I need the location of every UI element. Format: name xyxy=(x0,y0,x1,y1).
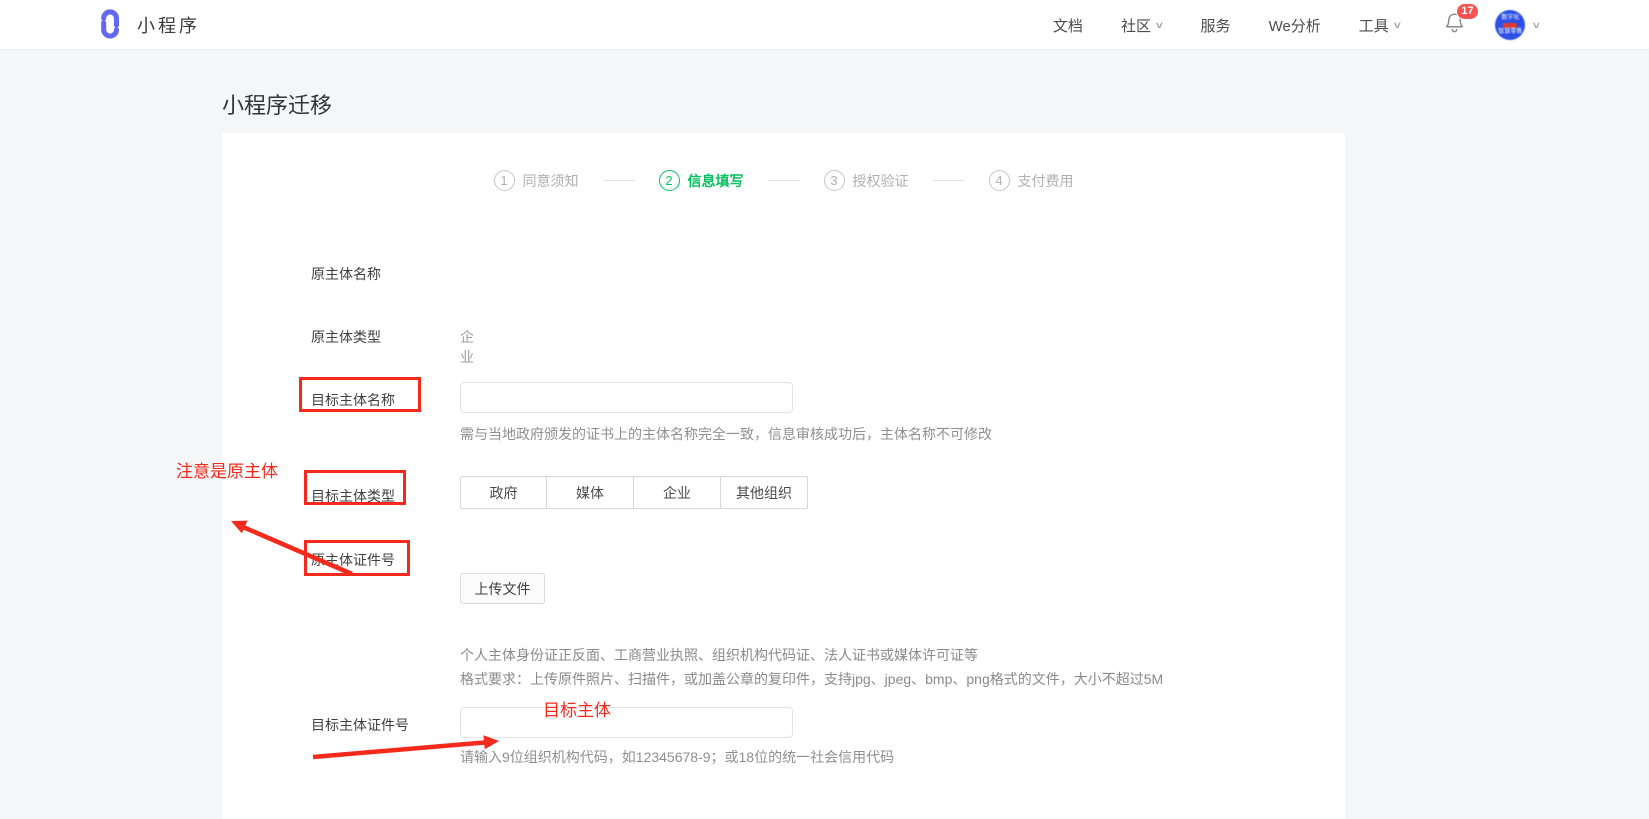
annotation-note-original-subject: 注意是原主体 xyxy=(176,457,278,482)
target-cert-hint: 请输入9位组织机构代码，如12345678-9；或18位的统一社会信用代码 xyxy=(460,747,894,767)
nav-tools[interactable]: 工具∨ xyxy=(1359,15,1401,36)
option-enterprise[interactable]: 企业 xyxy=(634,476,721,509)
chevron-down-icon: ∨ xyxy=(1392,20,1402,31)
step-pay-fee: 4 支付费用 xyxy=(989,170,1074,191)
annotation-note-target-subject: 目标主体 xyxy=(543,696,611,721)
field-label: 原主体类型 xyxy=(311,327,381,347)
target-name-input[interactable] xyxy=(460,382,793,413)
step-fill-info: 2 信息填写 xyxy=(659,170,744,191)
avatar-art: 数字化 xyxy=(1501,15,1519,22)
step-divider xyxy=(603,180,635,181)
step-auth-verify: 3 授权验证 xyxy=(824,170,909,191)
chevron-down-icon: ∨ xyxy=(1154,20,1164,31)
step-number: 4 xyxy=(989,170,1010,191)
field-label: 目标主体名称 xyxy=(311,390,395,410)
step-label: 信息填写 xyxy=(688,171,744,191)
step-number: 3 xyxy=(824,170,845,191)
avatar-art xyxy=(1503,23,1517,28)
avatar-art: 智慧零售 xyxy=(1498,29,1522,36)
page-title: 小程序迁移 xyxy=(222,88,332,120)
field-label: 目标主体证件号 xyxy=(311,715,409,735)
account-chevron-down-icon[interactable]: ∨ xyxy=(1532,20,1542,31)
step-divider xyxy=(768,180,800,181)
migration-form-card: 1 同意须知 2 信息填写 3 授权验证 4 支付费用 原主体名称 原主体类型 … xyxy=(222,133,1345,819)
stepper: 1 同意须知 2 信息填写 3 授权验证 4 支付费用 xyxy=(222,170,1345,191)
step-divider xyxy=(933,180,965,181)
field-label: 原主体证件号 xyxy=(311,550,395,570)
bell-icon xyxy=(1444,21,1465,38)
top-header: 小程序 文档 社区∨ 服务 We分析 工具∨ 17 数字化 智慧零售 ∨ xyxy=(0,0,1649,50)
field-label: 目标主体类型 xyxy=(311,486,395,506)
option-government[interactable]: 政府 xyxy=(460,476,547,509)
target-name-hint: 需与当地政府颁发的证书上的主体名称完全一致，信息审核成功后，主体名称不可修改 xyxy=(460,424,992,444)
nav-we-analysis[interactable]: We分析 xyxy=(1269,15,1321,36)
top-navigation: 文档 社区∨ 服务 We分析 工具∨ 17 数字化 智慧零售 ∨ xyxy=(1015,0,1540,50)
account-avatar[interactable]: 数字化 智慧零售 xyxy=(1495,10,1525,40)
original-type-value: 企业 xyxy=(460,327,474,367)
miniprogram-logo-icon xyxy=(93,6,126,45)
target-type-options: 政府 媒体 企业 其他组织 xyxy=(460,476,808,509)
step-label: 支付费用 xyxy=(1018,171,1074,191)
step-number: 2 xyxy=(659,170,680,191)
nav-docs[interactable]: 文档 xyxy=(1053,15,1083,36)
step-label: 同意须知 xyxy=(523,171,579,191)
notification-badge: 17 xyxy=(1456,3,1478,20)
brand-logo[interactable]: 小程序 xyxy=(93,0,200,50)
nav-community[interactable]: 社区∨ xyxy=(1121,15,1163,36)
option-other-org[interactable]: 其他组织 xyxy=(721,476,808,509)
option-media[interactable]: 媒体 xyxy=(547,476,634,509)
cert-desc-line1: 个人主体身份证正反面、工商营业执照、组织机构代码证、法人证书或媒体许可证等 xyxy=(460,643,1163,667)
step-label: 授权验证 xyxy=(853,171,909,191)
target-cert-input[interactable] xyxy=(460,707,793,738)
brand-name: 小程序 xyxy=(137,12,200,38)
field-label: 原主体名称 xyxy=(311,264,381,284)
nav-services[interactable]: 服务 xyxy=(1201,15,1231,36)
step-agree-notice: 1 同意须知 xyxy=(494,170,579,191)
step-number: 1 xyxy=(494,170,515,191)
cert-desc-line2: 格式要求：上传原件照片、扫描件，或加盖公章的复印件，支持jpg、jpeg、bmp… xyxy=(460,667,1163,691)
notification-bell[interactable]: 17 xyxy=(1444,11,1465,39)
upload-file-button[interactable]: 上传文件 xyxy=(460,573,545,604)
